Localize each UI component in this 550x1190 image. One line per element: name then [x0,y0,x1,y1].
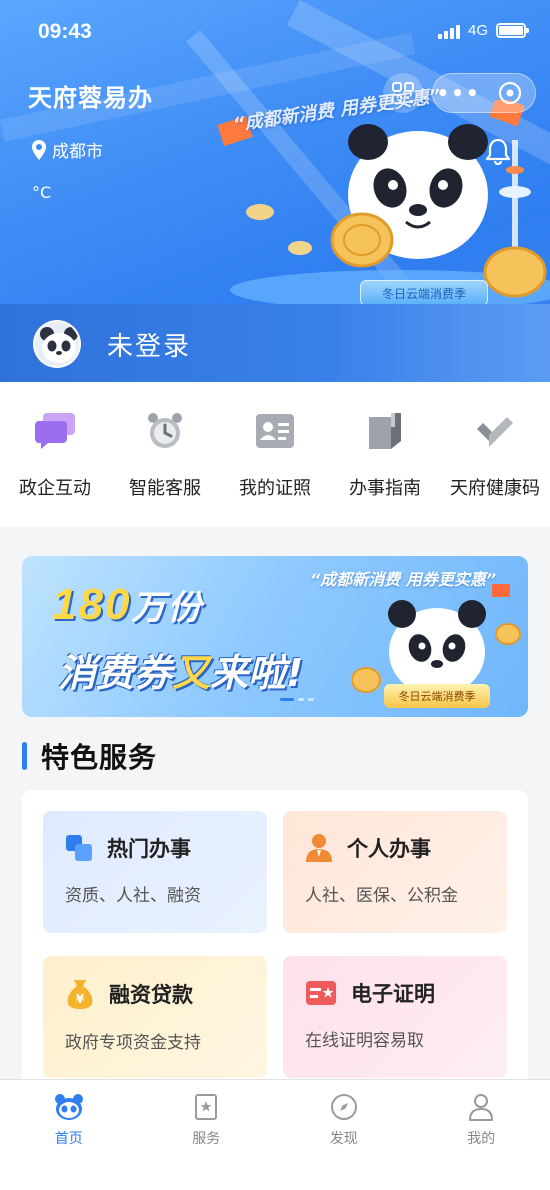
network-type: 4G [467,22,488,39]
section-title: 特色服务 [41,741,158,774]
quick-entry-my-license[interactable]: 我的证照 [220,382,330,527]
section-accent-bar [22,742,27,770]
svg-text:¥: ¥ [76,992,85,1006]
certificate-icon [306,981,336,1005]
status-bar: 09:43 4G [38,18,529,48]
service-desc: 人社、医保、公积金 [305,886,458,906]
promo-banner[interactable]: “成都新消费 用券更实惠” 180万份 消费券又来啦! 冬日云端消费季 [22,556,528,717]
service-financing-loans[interactable]: ¥ 融资贷款 政府专项资金支持 [43,956,267,1078]
money-bag-icon: ¥ [67,980,93,1009]
promo-number: 180 [52,580,132,629]
carousel-dot[interactable] [298,698,304,701]
promo-big-number: 180万份 [52,580,203,630]
tab-discover[interactable]: 发现 [275,1080,413,1190]
signal-icon [437,23,460,39]
miniapp-capsule: ••• [432,73,536,113]
service-title: 融资贷款 [109,983,193,1007]
promo-tag: 冬日云端消费季 [384,684,490,708]
status-time: 09:43 [38,20,92,43]
avatar[interactable] [33,320,81,368]
service-title: 电子证明 [351,982,435,1006]
service-title: 热门办事 [107,837,191,861]
service-desc: 资质、人社、融资 [65,886,201,906]
id-card-icon [252,408,298,454]
chat-bubbles-icon [32,408,78,454]
location-label: 成都市 [52,142,103,162]
tab-label: 首页 [54,1131,83,1147]
service-personal-affairs[interactable]: 个人办事 人社、医保、公积金 [283,811,507,933]
more-dots-icon: ••• [436,81,481,105]
temperature-label: °C [32,183,52,202]
battery-icon [496,23,529,38]
panda-avatar-icon [40,327,78,363]
promo-slogan: “成都新消费 用券更实惠” [310,570,497,589]
notification-button[interactable] [485,137,511,169]
season-tag: 冬日云端消费季 [360,280,488,306]
quick-entry-service-guide[interactable]: 办事指南 [330,382,440,527]
carousel-dot[interactable] [308,698,314,701]
service-e-certificate[interactable]: 电子证明 在线证明容易取 [283,956,507,1078]
promo-headline-a: 消费券 [58,651,173,695]
tab-label: 服务 [192,1131,221,1147]
panda-home-icon [54,1092,84,1122]
person-icon [306,834,332,862]
quick-entry-label: 办事指南 [349,478,421,499]
service-hot-affairs[interactable]: 热门办事 资质、人社、融资 [43,811,267,933]
service-title: 个人办事 [347,837,431,861]
hot-affairs-icon [66,835,92,861]
location-selector[interactable]: 成都市 [32,137,103,162]
featured-services-card: 热门办事 资质、人社、融资 个人办事 人社、医保、公积金 ¥ 融资贷款 政府专项… [22,790,528,1090]
quick-entry-label: 天府健康码 [450,478,540,499]
tab-services[interactable]: 服务 [138,1080,276,1190]
tab-label: 发现 [329,1131,358,1147]
close-circle-icon [498,81,521,105]
tab-label: 我的 [467,1131,496,1147]
location-pin-icon [32,139,46,160]
quick-entry-smart-service[interactable]: 智能客服 [110,382,220,527]
carousel-dot-active[interactable] [280,698,294,701]
alarm-clock-icon [142,408,188,454]
close-button[interactable] [484,81,535,105]
quick-entry-grid: 政企互动 智能客服 我的证照 办事指南 天府健康码 [0,382,550,527]
section-header: 特色服务 [22,738,157,774]
bottom-tab-bar: 首页 服务 发现 我的 [0,1079,550,1190]
quick-entry-label: 智能客服 [129,478,201,499]
bell-icon [485,138,511,166]
user-icon [466,1092,496,1122]
service-desc: 在线证明容易取 [305,1031,424,1051]
promo-headline-c: 来啦! [210,651,304,695]
health-code-icon [472,408,518,454]
service-desc: 政府专项资金支持 [65,1033,201,1053]
app-title: 天府蓉易办 [28,84,153,112]
tab-mine[interactable]: 我的 [413,1080,550,1190]
quick-entry-health-code[interactable]: 天府健康码 [440,382,550,527]
promo-headline: 消费券又来啦! [58,642,303,697]
login-bar[interactable]: 未登录 [0,304,550,382]
guide-book-icon [362,408,408,454]
promo-headline-b: 又 [172,651,211,695]
quick-entry-label: 政企互动 [19,478,91,499]
tab-home[interactable]: 首页 [0,1080,138,1190]
hero-banner: 09:43 4G 天府蓉易办 成都市 °C ••• “成都新消费 用券更实惠” … [0,0,550,382]
status-indicators: 4G [437,22,529,39]
quick-entry-label: 我的证照 [239,478,311,499]
promo-unit: 万份 [131,589,204,627]
quick-entry-gov-interaction[interactable]: 政企互动 [0,382,110,527]
compass-icon [329,1092,359,1122]
star-bookmark-icon [191,1092,221,1122]
login-status[interactable]: 未登录 [107,326,191,363]
carousel-dots[interactable] [280,698,314,701]
